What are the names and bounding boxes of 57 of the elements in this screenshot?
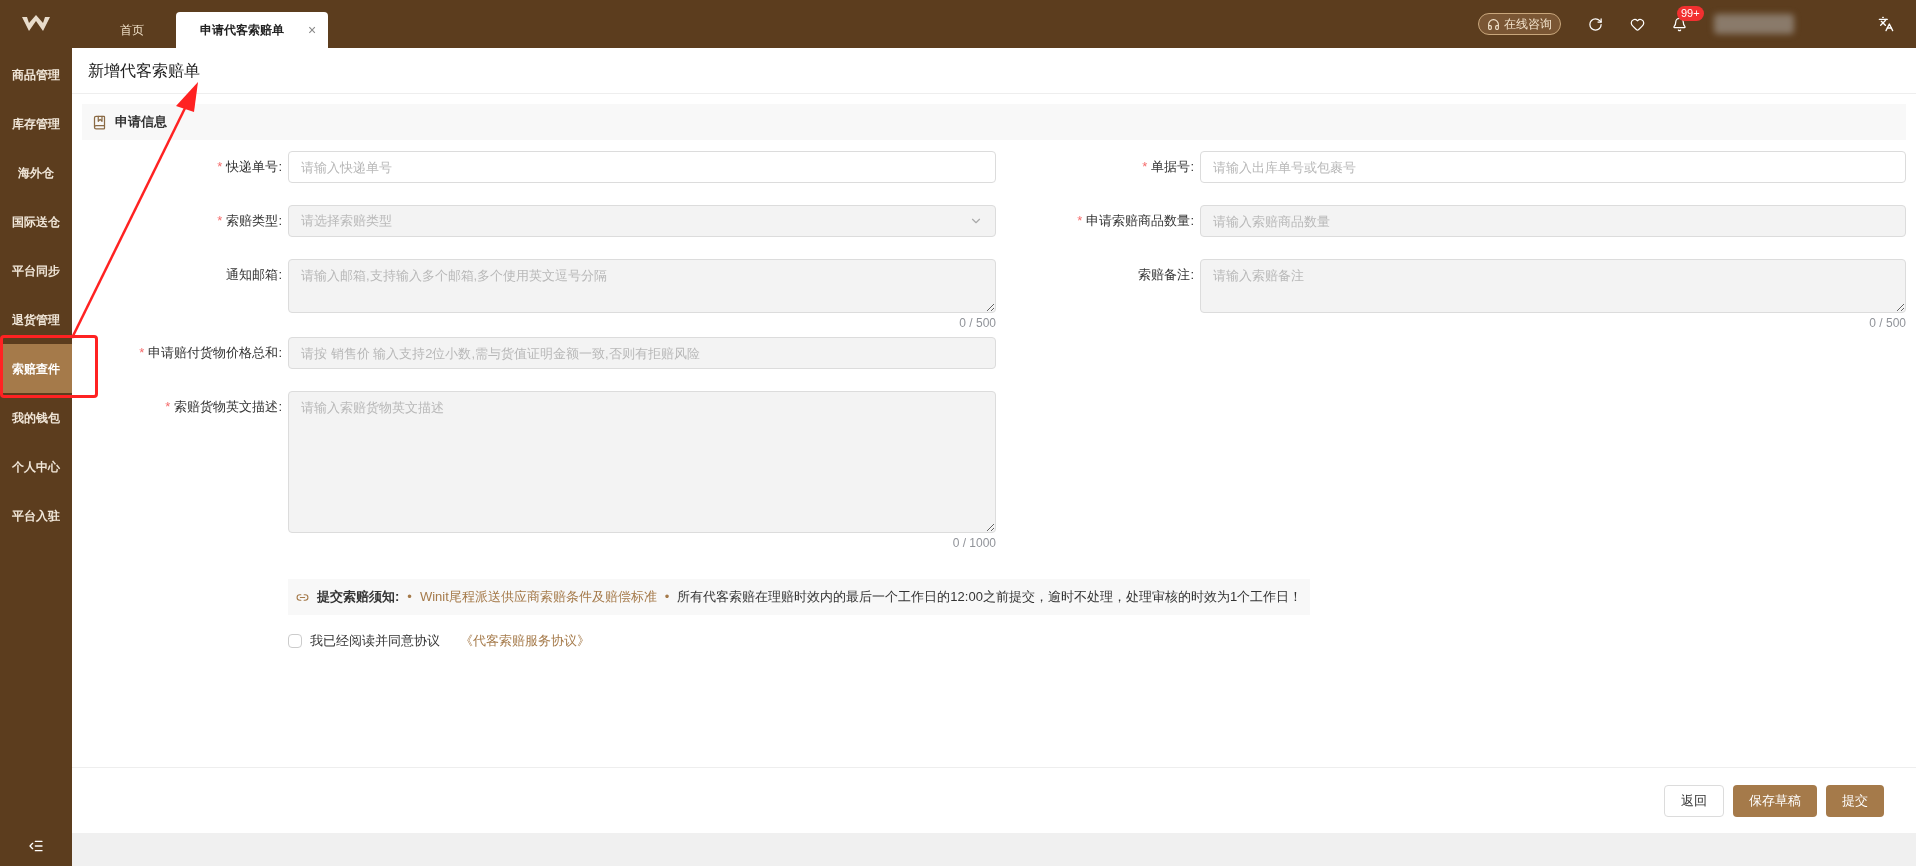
section-title: 申请信息 (115, 113, 167, 132)
sidebar-item[interactable]: 海外仓 (0, 148, 72, 197)
sidebar-item[interactable]: 库存管理 (0, 99, 72, 148)
required-mark: * (1077, 212, 1083, 231)
field-label: 通知邮箱: (226, 266, 282, 285)
logo-icon (21, 15, 51, 33)
field-label: 申请赔付货物价格总和: (148, 344, 282, 363)
field-label: 索赔备注: (1138, 266, 1194, 285)
agreement-checkbox[interactable] (288, 633, 302, 648)
sidebar-item[interactable]: 平台入驻 (0, 491, 72, 540)
bell-icon[interactable] (1672, 16, 1687, 32)
action-button[interactable]: 保存草稿 (1733, 784, 1817, 817)
heart-icon[interactable] (1630, 16, 1645, 32)
char-counter: 0 / 500 (1869, 315, 1906, 331)
field-label: 快递单号: (226, 158, 282, 177)
action-button[interactable]: 返回 (1664, 784, 1724, 817)
bullet-mark: • (407, 588, 412, 607)
required-mark: * (1142, 158, 1148, 177)
online-consult-button[interactable]: 在线咨询 (1478, 13, 1561, 35)
notification-badge: 99+ (1677, 5, 1704, 21)
page-title: 新增代客索赔单 (88, 60, 200, 81)
refresh-icon[interactable] (1588, 16, 1603, 32)
notice-link[interactable]: Winit尾程派送供应商索赔条件及赔偿标准 (419, 587, 657, 607)
sidebar-item[interactable]: 个人中心 (0, 442, 72, 491)
sidebar-item[interactable]: 我的钱包 (0, 393, 72, 442)
sidebar-item[interactable]: 国际送仓 (0, 197, 72, 246)
tab-label: 首页 (119, 22, 145, 39)
sidebar-item[interactable]: 退货管理 (0, 295, 72, 344)
required-mark: * (217, 212, 223, 231)
bullet-mark: • (664, 588, 670, 607)
tab-close-button[interactable]: × (308, 19, 317, 41)
text-field[interactable]: 请输入快递单号 (288, 151, 996, 183)
field-label: 单据号: (1151, 158, 1194, 177)
book-icon (92, 114, 107, 130)
required-mark: * (139, 344, 145, 363)
page-tab[interactable]: 申请代客索赔单 × (176, 12, 329, 48)
collapse-menu-icon[interactable] (28, 838, 44, 854)
text-field[interactable]: 请输入出库单号或包裹号 (1200, 151, 1906, 183)
char-counter: 0 / 1000 (952, 535, 996, 551)
char-counter: 0 / 500 (959, 315, 996, 331)
tab-label: 申请代客索赔单 (199, 22, 285, 39)
field-label: 索赔类型: (226, 212, 282, 231)
agreement-link[interactable]: 《代客索赔服务协议》 (460, 631, 590, 651)
agreement-label: 我已经阅读并同意协议 (310, 632, 440, 650)
required-mark: * (217, 158, 223, 177)
field-label: 索赔货物英文描述: (174, 398, 282, 417)
required-mark: * (165, 398, 171, 417)
sidebar-item[interactable]: 索赔查件 (0, 344, 72, 393)
sidebar-item[interactable]: 商品管理 (0, 50, 72, 99)
notice-text: 所有代客索赔在理赔时效内的最后一个工作日的12:00之前提交，逾时不处理，处理审核的时效为1个工作日！ (677, 588, 1303, 607)
notice-title: 提交索赔须知: (317, 588, 400, 607)
headset-icon (1487, 17, 1500, 31)
action-button[interactable]: 提交 (1826, 784, 1884, 817)
page-tab[interactable]: 首页 (96, 12, 168, 48)
field-label: 申请索赔商品数量: (1086, 212, 1194, 231)
translate-icon[interactable] (1878, 16, 1894, 32)
sidebar-item[interactable]: 平台同步 (0, 246, 72, 295)
